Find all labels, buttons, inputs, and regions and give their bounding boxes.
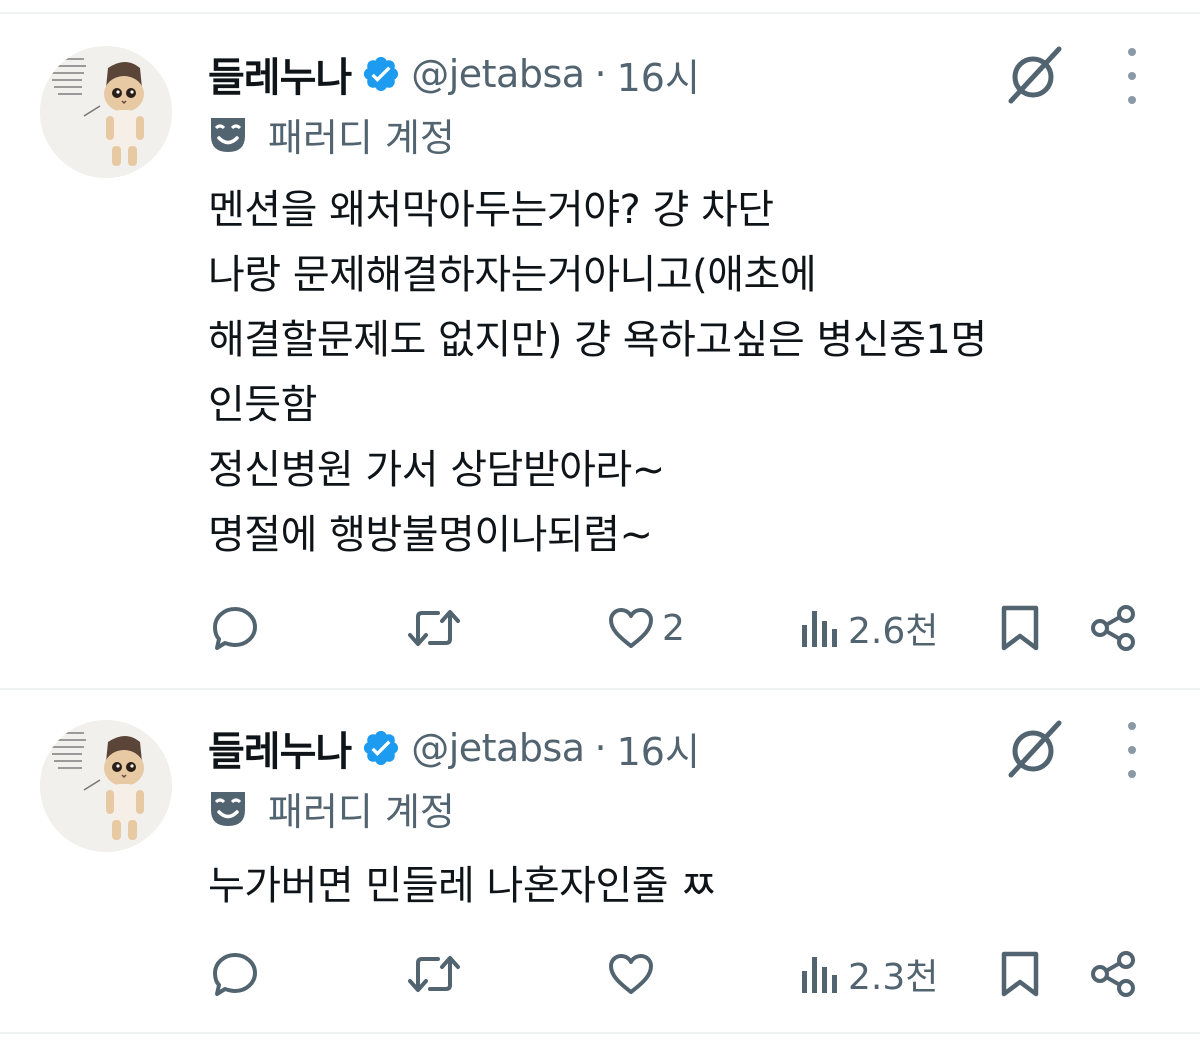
- parody-mask-icon: [208, 788, 248, 828]
- avatar[interactable]: [40, 46, 172, 178]
- tweet-header: 들레누나 @jetabsa · 16시: [208, 44, 700, 104]
- parody-account-text: 패러디 계정: [268, 789, 455, 834]
- parody-account-text: 패러디 계정: [268, 115, 455, 160]
- handle[interactable]: @jetabsa: [411, 726, 585, 770]
- tweet-text-line: 나랑 문제해결하자는거아니고(애초에: [208, 252, 817, 298]
- tweet-text: 누가버면 민들레 나혼자인줄 ㅉ: [208, 854, 1148, 919]
- share-button[interactable]: [1088, 600, 1138, 656]
- action-bar: 2 2.6천: [0, 600, 1200, 656]
- grok-icon[interactable]: [1002, 716, 1068, 782]
- tweet-text-line: 누가버면 민들레 나혼자인줄 ㅉ: [208, 863, 717, 909]
- cat-avatar-icon: [40, 720, 172, 852]
- timestamp[interactable]: 16시: [617, 721, 700, 776]
- bookmark-button[interactable]: [998, 946, 1042, 1002]
- parody-label: 패러디 계정: [208, 784, 455, 834]
- grok-icon[interactable]: [1002, 42, 1068, 108]
- parody-mask-icon: [208, 114, 248, 154]
- views-count: 2.3천: [848, 957, 939, 998]
- reply-icon: [213, 953, 257, 996]
- parody-label: 패러디 계정: [208, 110, 455, 160]
- more-options-icon[interactable]: [1116, 722, 1148, 778]
- reply-icon: [213, 607, 257, 650]
- like-button[interactable]: [606, 946, 662, 1002]
- views-count: 2.6천: [848, 611, 939, 652]
- retweet-button[interactable]: [406, 946, 468, 1002]
- tweet-text-line: 명절에 행방불명이나되렴~: [208, 512, 653, 558]
- retweet-button[interactable]: [406, 600, 468, 656]
- cat-avatar-icon: [40, 46, 172, 178]
- tweet[interactable]: 들레누나 @jetabsa · 16시: [0, 690, 1200, 1034]
- timeline-feed: 들레누나 @jetabsa · 16시 패러디 계정 멘션을 왜처막아두는거야?…: [0, 0, 1200, 1040]
- bookmark-icon: [1001, 951, 1039, 997]
- share-icon: [1091, 951, 1135, 997]
- bookmark-icon: [1001, 605, 1039, 651]
- heart-icon: [609, 608, 653, 648]
- tweet-header: 들레누나 @jetabsa · 16시: [208, 718, 700, 778]
- separator-dot: ·: [594, 726, 607, 770]
- views-button[interactable]: 2.3천: [798, 946, 938, 1002]
- heart-icon: [609, 954, 653, 994]
- retweet-icon: [408, 610, 460, 646]
- views-icon: [802, 611, 837, 647]
- tweet[interactable]: 들레누나 @jetabsa · 16시: [0, 14, 1200, 690]
- share-icon: [1091, 605, 1135, 651]
- share-button[interactable]: [1088, 946, 1138, 1002]
- more-options-icon[interactable]: [1116, 48, 1148, 104]
- like-button[interactable]: 2: [606, 600, 685, 656]
- timestamp[interactable]: 16시: [617, 47, 700, 102]
- tweet-text: 멘션을 왜처막아두는거야? 걍 차단 나랑 문제해결하자는거아니고(애초에 해결…: [208, 178, 1148, 568]
- display-name[interactable]: 들레누나: [208, 719, 352, 777]
- reply-button[interactable]: [210, 946, 266, 1002]
- handle[interactable]: @jetabsa: [411, 52, 585, 96]
- views-icon: [802, 957, 837, 993]
- tweet-text-line: 정신병원 가서 상담받아라~: [208, 447, 665, 493]
- verified-badge-icon[interactable]: [361, 728, 401, 768]
- like-count: 2: [662, 607, 685, 649]
- verified-badge-icon[interactable]: [361, 54, 401, 94]
- tweet-text-line: 해결할문제도 없지만) 걍 욕하고싶은 병신중1명: [208, 317, 987, 363]
- action-bar: 2.3천: [0, 946, 1200, 1002]
- views-button[interactable]: 2.6천: [798, 600, 938, 656]
- bookmark-button[interactable]: [998, 600, 1042, 656]
- avatar[interactable]: [40, 720, 172, 852]
- display-name[interactable]: 들레누나: [208, 45, 352, 103]
- retweet-icon: [408, 956, 460, 992]
- separator-dot: ·: [594, 52, 607, 96]
- tweet-text-line: 멘션을 왜처막아두는거야? 걍 차단: [208, 187, 774, 233]
- reply-button[interactable]: [210, 600, 266, 656]
- tweet-text-line: 인듯함: [208, 382, 317, 428]
